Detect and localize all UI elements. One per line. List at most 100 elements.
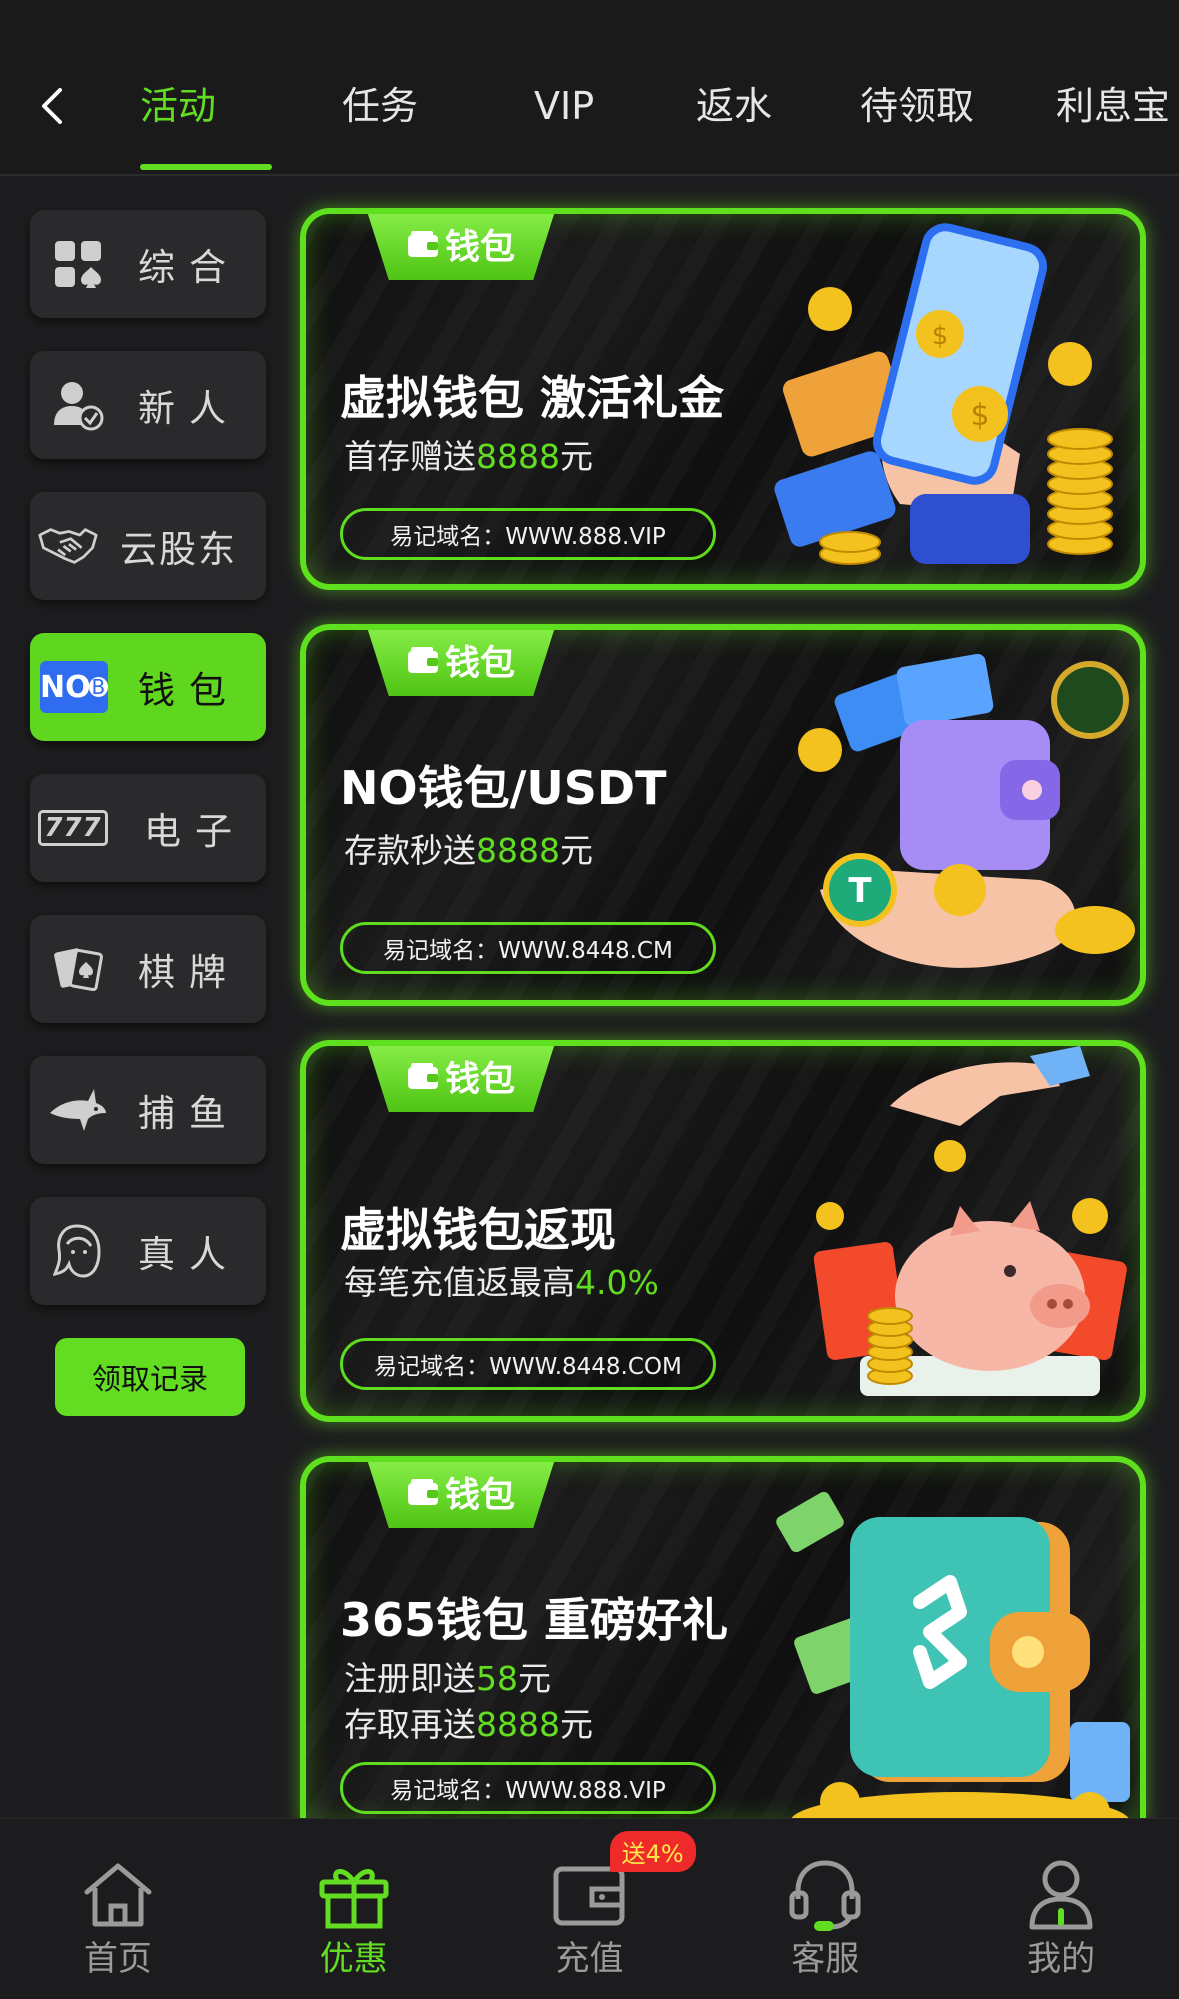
card-tag-label: 钱包: [444, 1059, 515, 1100]
tab-activity[interactable]: 活动: [140, 78, 272, 170]
nav-support[interactable]: 客服: [707, 1819, 943, 1999]
card-tag-label: 钱包: [444, 643, 515, 684]
sidebar-item-label: 云股东: [120, 528, 237, 571]
card-sub-suffix: 元: [518, 1659, 551, 1698]
card-subtitle: 注册即送58元: [344, 1652, 551, 1700]
card-tag: 钱包: [366, 1462, 556, 1528]
card-sub-text: 每笔充值返最高: [344, 1263, 575, 1302]
sidebar-item-label: 新人: [138, 387, 240, 430]
card-tag: 钱包: [366, 214, 556, 280]
promo-list: 钱包 虚拟钱包 激活礼金 首存赠送8888元 易记域名：WWW.888.VIP …: [300, 208, 1148, 1862]
card-title: 虚拟钱包返现: [340, 1203, 616, 1257]
top-bar: 活动 任务 VIP 返水 待领取 利息宝: [0, 0, 1179, 176]
wallet-usdt-illustration: T: [798, 653, 1135, 968]
teal-wallet-illustration: [776, 1491, 1130, 1822]
sidebar-item-all[interactable]: 综合: [30, 210, 266, 318]
domain-pill: 易记域名：WWW.888.VIP: [340, 508, 716, 560]
sidebar: 综合 新人 云股东 NO B 钱包 777 电子 棋牌 捕鱼 真人 领取记录: [30, 210, 268, 1416]
tab-vip[interactable]: VIP: [534, 78, 654, 138]
card-sub-highlight: 8888: [476, 437, 560, 476]
wallet-tag-icon: [407, 1063, 438, 1089]
shark-icon: [48, 1080, 108, 1140]
card-sub-text: 存款秒送: [344, 831, 476, 870]
card-sub-highlight: 8888: [476, 1705, 560, 1744]
sidebar-item-fishing[interactable]: 捕鱼: [30, 1056, 266, 1164]
grid-icon: [48, 234, 108, 294]
tab-interest[interactable]: 利息宝: [1056, 78, 1179, 138]
card-subtitle: 首存赠送8888元: [344, 430, 593, 478]
card-subtitle-2: 存取再送8888元: [344, 1698, 593, 1746]
svg-text:T: T: [848, 871, 872, 911]
nav-recharge[interactable]: 充值 送4%: [472, 1819, 708, 1999]
bottom-nav: 首页 优惠 充值 送4% 客服 我的: [0, 1818, 1179, 1999]
sidebar-item-label: 钱包: [138, 669, 240, 712]
phone-coins-illustration: $ $: [774, 223, 1113, 565]
sidebar-item-label: 捕鱼: [138, 1092, 240, 1135]
card-tag-label: 钱包: [444, 1475, 515, 1516]
card-title: 365钱包 重磅好礼: [340, 1593, 729, 1647]
wallet-tag-icon: [407, 231, 438, 257]
sidebar-item-wallet[interactable]: NO B 钱包: [30, 633, 266, 741]
no-wallet-icon: NO B: [40, 657, 108, 717]
nav-home[interactable]: 首页: [0, 1819, 236, 1999]
sidebar-item-label: 棋牌: [138, 951, 240, 994]
tab-tasks[interactable]: 任务: [342, 78, 478, 138]
card-sub-suffix: 元: [559, 437, 593, 476]
back-arrow-icon[interactable]: [34, 86, 74, 126]
recharge-bonus-badge: 送4%: [609, 1831, 696, 1872]
nav-profile[interactable]: 我的: [943, 1819, 1179, 1999]
tab-rebate[interactable]: 返水: [696, 78, 816, 138]
card-sub-suffix: 元: [559, 1705, 593, 1744]
sidebar-item-live[interactable]: 真人: [30, 1197, 266, 1305]
home-icon: [78, 1855, 158, 1935]
category-tabs: 活动 任务 VIP 返水 待领取 利息宝: [140, 78, 1179, 170]
card-tag: 钱包: [366, 630, 556, 696]
wallet-tag-icon: [407, 647, 438, 673]
sidebar-item-shareholder[interactable]: 云股东: [30, 492, 266, 600]
card-title: NO钱包/USDT: [340, 761, 667, 815]
app: 活动 任务 VIP 返水 待领取 利息宝 综合 新人 云股东 NO B 钱包 7…: [0, 0, 1179, 1999]
piggy-bank-illustration: [813, 1046, 1127, 1396]
wallet-tag-icon: [407, 1479, 438, 1505]
nav-recharge-label: 充值: [555, 1939, 624, 1979]
gift-icon: [314, 1855, 394, 1935]
promo-card[interactable]: 钱包 365钱包 重磅好礼 注册即送58元 存取再送8888元 易记域名：WWW…: [300, 1456, 1146, 1828]
sidebar-item-slots[interactable]: 777 电子: [30, 774, 266, 882]
promo-card[interactable]: 钱包 NO钱包/USDT 存款秒送8888元 易记域名：WWW.8448.CM …: [300, 624, 1146, 1006]
sidebar-item-cards[interactable]: 棋牌: [30, 915, 266, 1023]
domain-pill: 易记域名：WWW.8448.CM: [340, 922, 716, 974]
tab-pending[interactable]: 待领取: [860, 78, 1010, 138]
promo-card[interactable]: 钱包 虚拟钱包返现 每笔充值返最高4.0% 易记域名：WWW.8448.COM: [300, 1040, 1146, 1422]
slot-777-icon-text: 777: [38, 810, 108, 846]
user-icon: [1021, 1855, 1101, 1935]
card-sub-text: 首存赠送: [344, 437, 476, 476]
domain-pill: 易记域名：WWW.8448.COM: [340, 1338, 716, 1390]
card-tag-label: 钱包: [444, 227, 515, 268]
nav-support-label: 客服: [791, 1939, 860, 1979]
cards-icon: [48, 939, 108, 999]
card-sub-highlight: 8888: [476, 831, 560, 870]
card-sub-suffix: 元: [559, 831, 593, 870]
domain-pill: 易记域名：WWW.888.VIP: [340, 1762, 716, 1814]
nav-home-label: 首页: [83, 1939, 152, 1979]
handshake-icon: [38, 516, 98, 576]
card-sub-highlight: 4.0%: [575, 1263, 659, 1302]
card-sub-text: 存取再送: [344, 1705, 476, 1744]
no-wallet-icon-text: NO: [40, 669, 91, 705]
nav-profile-label: 我的: [1027, 1939, 1096, 1979]
sidebar-item-new-user[interactable]: 新人: [30, 351, 266, 459]
card-subtitle: 每笔充值返最高4.0%: [344, 1256, 659, 1304]
sidebar-item-label: 电子: [144, 810, 246, 853]
live-dealer-icon: [48, 1221, 108, 1281]
slot-777-icon: 777: [36, 798, 110, 858]
claim-record-button[interactable]: 领取记录: [55, 1338, 245, 1416]
nav-promotions[interactable]: 优惠: [236, 1819, 472, 1999]
card-tag: 钱包: [366, 1046, 556, 1112]
card-sub-text: 注册即送: [344, 1659, 476, 1698]
card-subtitle: 存款秒送8888元: [344, 824, 593, 872]
card-title: 虚拟钱包 激活礼金: [340, 371, 725, 425]
sidebar-item-label: 真人: [138, 1233, 240, 1276]
svg-text:$: $: [932, 321, 949, 351]
svg-text:$: $: [970, 398, 989, 433]
promo-card[interactable]: 钱包 虚拟钱包 激活礼金 首存赠送8888元 易记域名：WWW.888.VIP …: [300, 208, 1146, 590]
